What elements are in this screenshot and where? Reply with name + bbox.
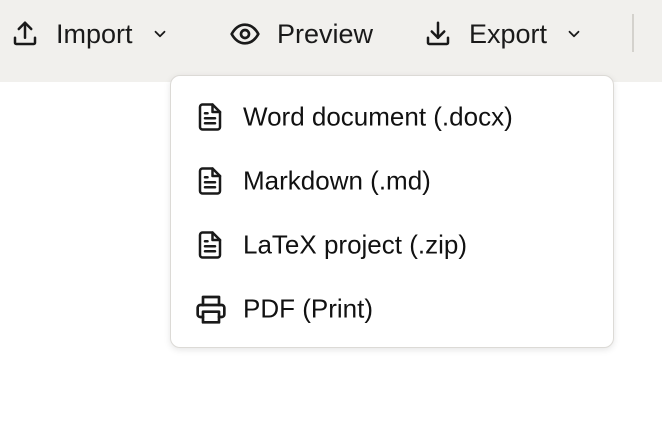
printer-icon <box>195 293 227 325</box>
download-icon <box>423 19 453 49</box>
menu-item-pdf[interactable]: PDF (Print) <box>171 277 613 341</box>
document-icon <box>195 166 225 196</box>
preview-label: Preview <box>277 18 374 49</box>
eye-icon <box>229 18 261 50</box>
menu-item-markdown[interactable]: Markdown (.md) <box>171 149 613 213</box>
export-dropdown-menu: Word document (.docx) Markdown (.md) LaT <box>170 75 614 348</box>
menu-item-word[interactable]: Word document (.docx) <box>171 85 613 149</box>
document-icon <box>195 102 225 132</box>
upload-icon <box>10 19 40 49</box>
export-button[interactable]: Export <box>423 0 583 68</box>
chevron-down-icon <box>151 25 169 43</box>
import-button[interactable]: Import <box>10 0 169 68</box>
menu-item-latex[interactable]: LaTeX project (.zip) <box>171 213 613 277</box>
toolbar-divider <box>632 14 634 52</box>
toolbar: Import Preview Export <box>0 0 662 82</box>
document-icon <box>195 230 225 260</box>
menu-item-label: Word document (.docx) <box>243 101 513 132</box>
preview-button[interactable]: Preview <box>229 0 373 68</box>
menu-item-label: PDF (Print) <box>243 293 373 324</box>
export-label: Export <box>469 18 548 49</box>
chevron-down-icon <box>565 25 583 43</box>
menu-item-label: Markdown (.md) <box>243 165 431 196</box>
menu-item-label: LaTeX project (.zip) <box>243 229 467 260</box>
import-label: Import <box>56 18 133 49</box>
